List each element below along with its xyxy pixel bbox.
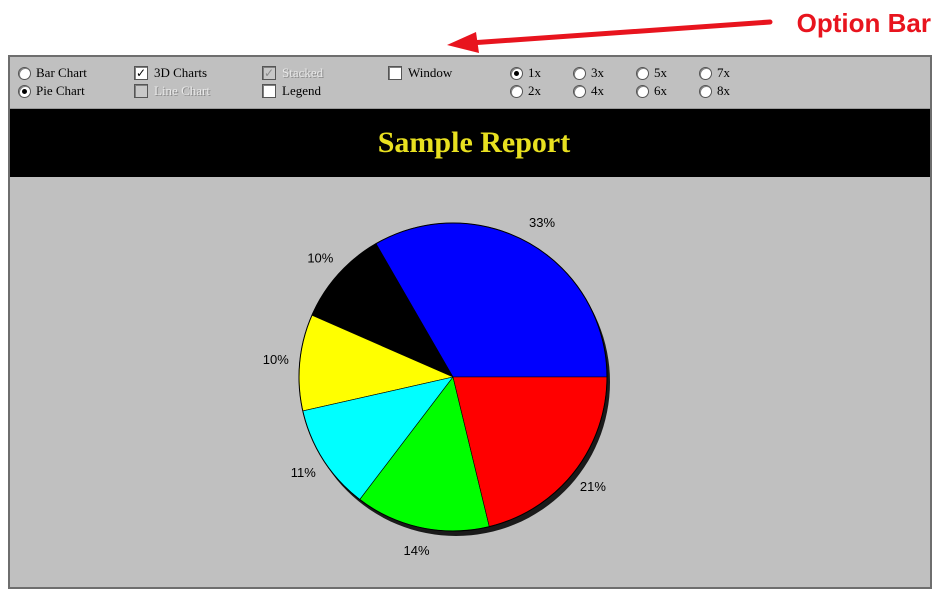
slice-label: 10%	[307, 250, 333, 265]
pie-chart-radio[interactable]: Pie Chart	[18, 83, 85, 99]
radio-selected-icon	[18, 84, 31, 98]
report-header: Sample Report	[10, 109, 930, 177]
line-chart-label: Line Chart	[154, 83, 210, 98]
scale-3x-radio[interactable]: 3x	[573, 65, 604, 81]
option-bar: Bar Chart Pie Chart ✓ 3D Charts Line Cha…	[10, 57, 930, 109]
scale-7x-radio[interactable]: 7x	[699, 65, 730, 81]
window-label: Window	[408, 65, 453, 80]
radio-icon	[699, 84, 712, 98]
radio-icon	[510, 84, 523, 98]
radio-icon	[573, 66, 586, 80]
slice-label: 10%	[263, 352, 289, 367]
scale-label: 8x	[717, 83, 730, 98]
scale-label: 5x	[654, 65, 667, 80]
radio-icon	[636, 66, 649, 80]
legend-checkbox[interactable]: Legend	[262, 83, 321, 99]
scale-2x-radio[interactable]: 2x	[510, 83, 541, 99]
report-window: Bar Chart Pie Chart ✓ 3D Charts Line Cha…	[8, 55, 932, 589]
stacked-label: Stacked	[282, 65, 324, 80]
radio-icon	[573, 84, 586, 98]
slice-label: 11%	[291, 465, 316, 480]
bar-chart-label: Bar Chart	[36, 65, 87, 80]
scale-label: 4x	[591, 83, 604, 98]
radio-selected-icon	[510, 66, 523, 80]
report-title: Sample Report	[377, 126, 571, 159]
slice-label: 21%	[580, 479, 606, 494]
scale-6x-radio[interactable]: 6x	[636, 83, 667, 99]
scale-label: 1x	[528, 65, 541, 80]
line-chart-checkbox[interactable]: Line Chart	[134, 83, 210, 99]
pie-chart: 33% 10% 10% 11% 14% 21%	[263, 215, 610, 558]
scale-5x-radio[interactable]: 5x	[636, 65, 667, 81]
3d-charts-label: 3D Charts	[154, 65, 208, 80]
radio-icon	[18, 66, 31, 80]
checkmark-icon: ✓	[134, 66, 148, 80]
scale-label: 3x	[591, 65, 604, 80]
stacked-checkbox[interactable]: ✓ Stacked	[262, 65, 323, 81]
chart-area: 33% 10% 10% 11% 14% 21%	[10, 177, 930, 587]
scale-label: 2x	[528, 83, 541, 98]
slice-label: 14%	[404, 543, 430, 558]
scale-label: 6x	[654, 83, 667, 98]
radio-icon	[636, 84, 649, 98]
checkmark-icon: ✓	[262, 66, 276, 80]
3d-charts-checkbox[interactable]: ✓ 3D Charts	[134, 65, 207, 81]
radio-icon	[699, 66, 712, 80]
slice-label: 33%	[529, 215, 555, 230]
window-checkbox[interactable]: Window	[388, 65, 452, 81]
callout-label: Option Bar	[796, 8, 931, 38]
checkbox-icon	[388, 66, 402, 80]
legend-label: Legend	[282, 83, 321, 98]
checkbox-icon	[262, 84, 276, 98]
option-bar-callout: Option Bar	[0, 0, 939, 56]
bar-chart-radio[interactable]: Bar Chart	[18, 65, 87, 81]
checkbox-icon	[134, 84, 148, 98]
scale-label: 7x	[717, 65, 730, 80]
scale-1x-radio[interactable]: 1x	[510, 65, 541, 81]
pie-chart-label: Pie Chart	[36, 83, 85, 98]
scale-4x-radio[interactable]: 4x	[573, 83, 604, 99]
scale-8x-radio[interactable]: 8x	[699, 83, 730, 99]
